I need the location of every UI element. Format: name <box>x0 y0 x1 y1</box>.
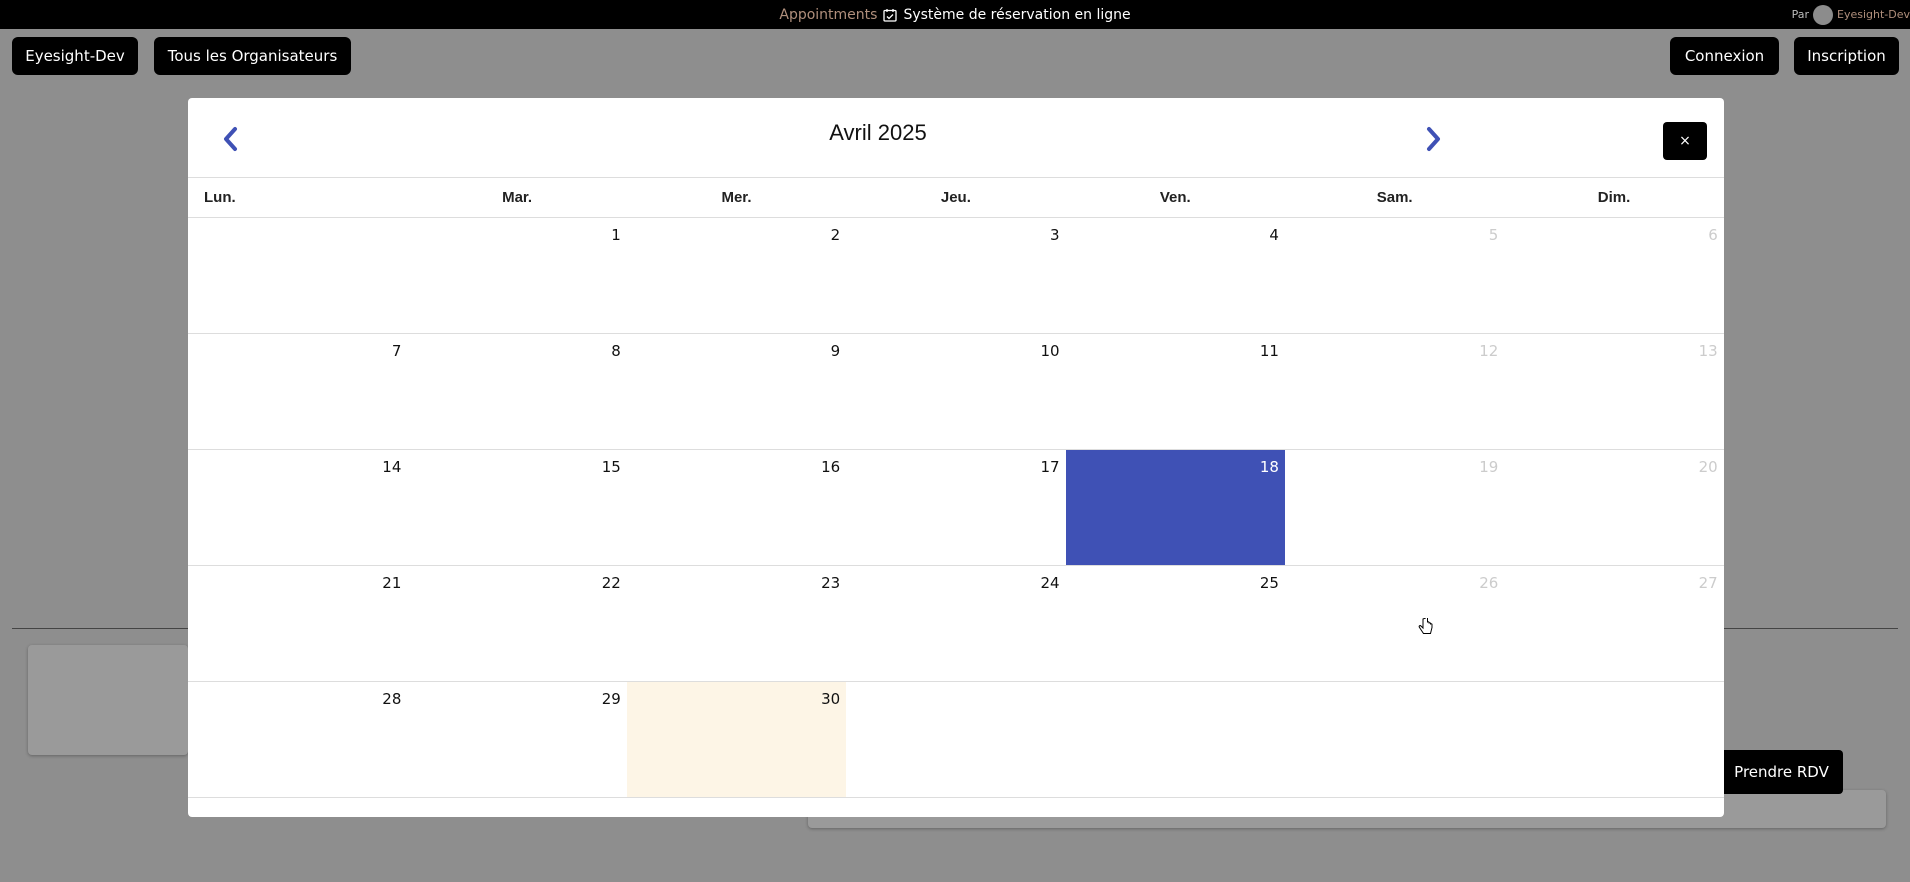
weekday-label: Dim. <box>1597 189 1631 206</box>
day-cell-15[interactable]: 15 <box>407 450 627 566</box>
close-button[interactable]: × <box>1663 122 1707 160</box>
weekday-header: Lun. Mar. Mer. Jeu. Ven. Sam. Dim. <box>188 178 1724 218</box>
day-number: 17 <box>1040 458 1060 476</box>
day-cell-2[interactable]: 2 <box>626 218 847 334</box>
day-number: 12 <box>1479 342 1499 360</box>
book-appointment-button[interactable]: Prendre RDV <box>1720 750 1843 794</box>
day-cell-25[interactable]: 25 <box>1065 566 1285 682</box>
day-number: 27 <box>1698 574 1718 592</box>
weekday-label: Mar. <box>502 189 533 206</box>
month-title: Avril 2025 <box>829 120 927 145</box>
day-cell-20: 20 <box>1504 450 1724 566</box>
day-cell-7[interactable]: 7 <box>188 334 408 450</box>
day-number: 26 <box>1479 574 1499 592</box>
day-number: 19 <box>1479 458 1499 476</box>
app-name[interactable]: Appointments <box>779 7 877 23</box>
avatar <box>1813 4 1833 25</box>
calendar-header: Avril 2025 × <box>188 98 1724 178</box>
weekday-label: Jeu. <box>940 189 971 206</box>
signup-button[interactable]: Inscription <box>1794 37 1899 75</box>
owner-info: Par Eyesight-Dev <box>1792 0 1910 29</box>
day-cell-26: 26 <box>1284 566 1505 682</box>
day-number: 16 <box>821 458 841 476</box>
day-cell-10[interactable]: 10 <box>846 334 1066 450</box>
day-number: 28 <box>382 690 402 708</box>
day-number: 3 <box>1050 226 1060 244</box>
day-cell-9[interactable]: 9 <box>626 334 847 450</box>
weekday-label: Mer. <box>721 189 752 206</box>
day-number: 30 <box>821 690 841 708</box>
hand-cursor-icon <box>1418 616 1434 636</box>
calendar-modal: Avril 2025 × Lun. Mar. Mer. Jeu. Ven. Sam. Dim… <box>188 98 1724 817</box>
background-card <box>28 645 188 755</box>
day-cell-4[interactable]: 4 <box>1065 218 1285 334</box>
day-cell-16[interactable]: 16 <box>626 450 847 566</box>
chevron-left-icon[interactable] <box>216 124 246 154</box>
weekday-label: Ven. <box>1159 189 1191 206</box>
day-number: 22 <box>601 574 621 592</box>
app-subtitle: Système de réservation en ligne <box>903 6 1131 23</box>
calendar-grid: 1 2 3 4 5 6 7 8 9 10 11 12 13 14 15 16 17 18 19 20 21 22 23 24 2… <box>188 218 1724 798</box>
day-number: 8 <box>611 342 621 360</box>
day-number: 13 <box>1698 342 1718 360</box>
empty-day-cell <box>188 218 408 334</box>
day-cell-17[interactable]: 17 <box>846 450 1066 566</box>
day-cell-22[interactable]: 22 <box>407 566 627 682</box>
chevron-right-icon[interactable] <box>1418 124 1448 154</box>
day-cell-1[interactable]: 1 <box>407 218 627 334</box>
day-cell-11[interactable]: 11 <box>1065 334 1285 450</box>
empty-day-cell <box>846 682 1066 798</box>
day-number: 29 <box>601 690 621 708</box>
day-number: 23 <box>821 574 841 592</box>
calendar-check-icon <box>883 8 898 22</box>
day-cell-27: 27 <box>1504 566 1724 682</box>
day-number: 7 <box>391 342 402 360</box>
day-cell-23[interactable]: 23 <box>626 566 847 682</box>
weekday-label: Lun. <box>204 189 236 206</box>
day-cell-30[interactable]: 30 <box>626 682 847 798</box>
day-cell-14[interactable]: 14 <box>188 450 408 566</box>
day-number: 20 <box>1698 458 1718 476</box>
day-number: 21 <box>382 574 402 592</box>
top-bar-title: Appointments Système de réservation en l… <box>0 0 1910 29</box>
org-button[interactable]: Eyesight-Dev <box>12 37 138 75</box>
day-cell-6: 6 <box>1504 218 1724 334</box>
owner-name[interactable]: Eyesight-Dev <box>1837 8 1910 21</box>
day-number: 15 <box>601 458 621 476</box>
day-number: 25 <box>1259 574 1279 592</box>
day-cell-21[interactable]: 21 <box>188 566 408 682</box>
day-cell-19: 19 <box>1284 450 1505 566</box>
empty-day-cell <box>1504 682 1724 798</box>
day-number: 2 <box>830 226 841 244</box>
day-number: 11 <box>1259 342 1279 360</box>
day-cell-24[interactable]: 24 <box>846 566 1066 682</box>
login-button[interactable]: Connexion <box>1670 37 1779 75</box>
day-cell-18[interactable]: 18 <box>1065 450 1285 566</box>
day-number: 24 <box>1040 574 1060 592</box>
day-cell-13: 13 <box>1504 334 1724 450</box>
empty-day-cell <box>1284 682 1505 798</box>
day-number: 6 <box>1708 226 1718 244</box>
day-cell-29[interactable]: 29 <box>407 682 627 798</box>
empty-day-cell <box>1065 682 1285 798</box>
day-cell-12: 12 <box>1284 334 1505 450</box>
by-label: Par <box>1791 8 1809 21</box>
day-cell-3[interactable]: 3 <box>846 218 1066 334</box>
day-number: 5 <box>1488 226 1499 244</box>
all-organizers-button[interactable]: Tous les Organisateurs <box>154 37 351 75</box>
weekday-label: Sam. <box>1376 189 1413 206</box>
day-cell-8[interactable]: 8 <box>407 334 627 450</box>
top-bar: Appointments Système de réservation en l… <box>0 0 1910 29</box>
day-number: 10 <box>1040 342 1060 360</box>
day-number: 1 <box>611 226 621 244</box>
day-cell-28[interactable]: 28 <box>188 682 408 798</box>
day-cell-5: 5 <box>1284 218 1505 334</box>
day-number: 4 <box>1269 226 1279 244</box>
day-number: 14 <box>382 458 402 476</box>
day-number: 9 <box>830 342 841 360</box>
day-number: 18 <box>1259 458 1279 476</box>
